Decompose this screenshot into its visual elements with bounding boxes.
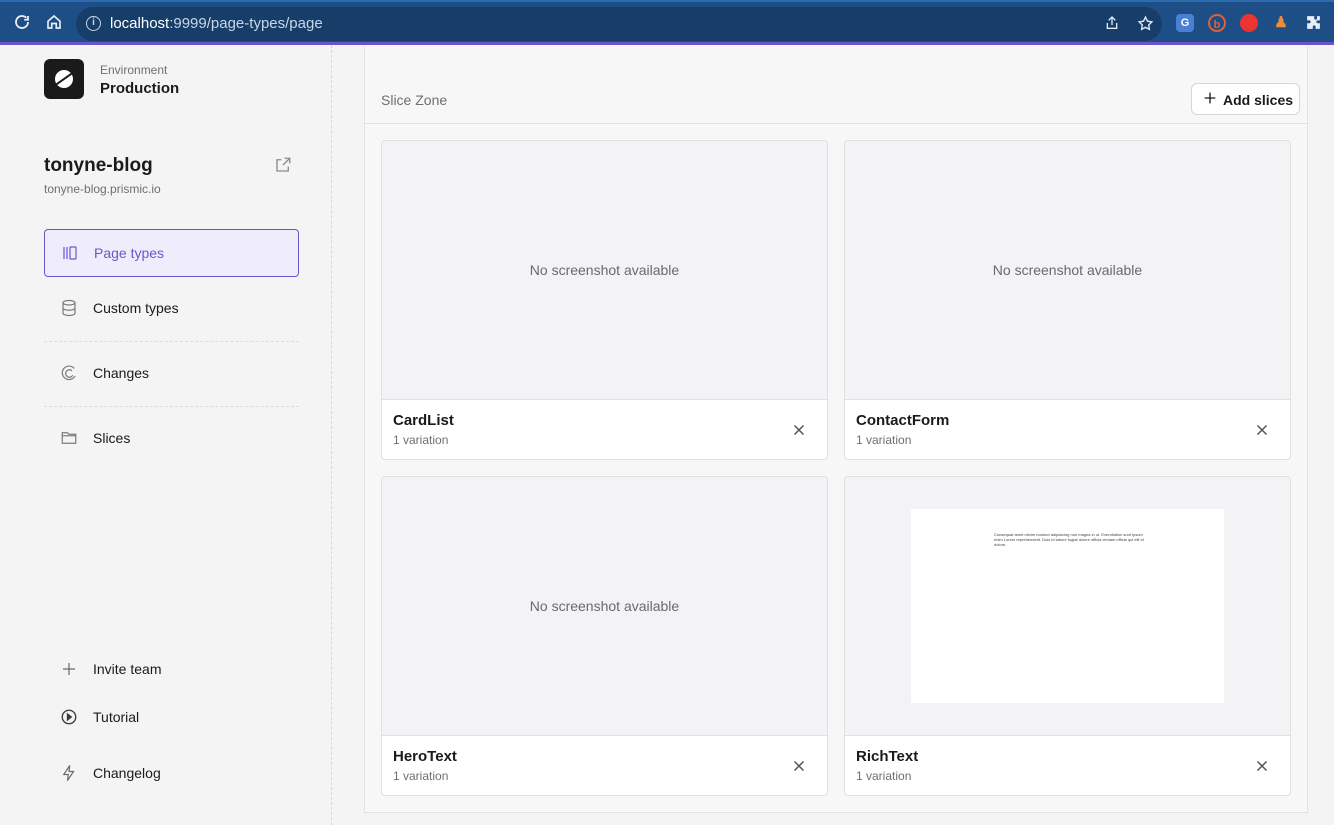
slice-variations: 1 variation [856,433,912,447]
slice-screenshot-preview: Consequat amet minim nostrud adipisicing… [911,509,1224,703]
slice-zone-title: Slice Zone [381,92,448,108]
slice-name: ContactForm [856,412,950,429]
slice-card-richtext[interactable]: Consequat amet minim nostrud adipisicing… [844,476,1291,796]
add-slices-button[interactable]: Add slices [1191,83,1300,115]
environment-logo-icon[interactable] [44,59,84,99]
url-host: localhost [110,15,170,32]
divider [44,341,299,342]
slice-variations: 1 variation [856,769,912,783]
invite-team-label: Invite team [93,661,162,677]
remove-slice-close-icon[interactable] [1253,421,1271,439]
add-slices-label: Add slices [1223,92,1294,108]
plus-icon [1202,90,1218,109]
translate-extension-icon[interactable]: G [1176,14,1194,32]
slice-thumbnail: No screenshot available [382,477,827,736]
sidebar-item-changes[interactable]: Changes [44,350,299,398]
slice-variations: 1 variation [393,433,449,447]
slice-thumbnail: No screenshot available [845,141,1290,400]
no-screenshot-text: No screenshot available [529,598,680,614]
extension-face-icon[interactable] [1240,14,1258,32]
site-info-icon[interactable]: i [86,16,101,31]
sidebar-item-slices[interactable]: Slices [44,415,299,463]
slice-name: HeroText [393,748,457,765]
repository-url: tonyne-blog.prismic.io [44,182,161,196]
share-icon[interactable] [1103,15,1121,33]
url-text: localhost:9999/page-types/page [110,15,323,32]
extension-figure-icon[interactable]: ♟ [1272,14,1290,32]
sidebar-item-custom-types[interactable]: Custom types [44,285,299,333]
remove-slice-close-icon[interactable] [790,757,808,775]
plus-icon [60,660,78,678]
remove-slice-close-icon[interactable] [790,421,808,439]
slice-zone-panel: Slice Zone Add slices No screenshot avai… [364,45,1308,813]
tutorial-label: Tutorial [93,709,140,725]
sidebar-item-label: Page types [94,245,165,261]
sidebar-item-page-types[interactable]: Page types [44,229,299,277]
reload-icon[interactable] [12,13,32,33]
slice-card-cardlist[interactable]: No screenshot available CardList 1 varia… [381,140,828,460]
sidebar-item-label: Slices [93,430,131,446]
sidebar-item-label: Changes [93,365,150,381]
page-types-icon [61,244,79,262]
home-icon[interactable] [44,13,64,33]
environment-value[interactable]: Production [100,80,179,97]
lightning-icon [60,764,78,782]
slice-thumbnail: No screenshot available [382,141,827,400]
bookmark-star-icon[interactable] [1136,15,1154,33]
preview-text: Consequat amet minim nostrud adipisicing… [994,532,1144,547]
url-path: :9999/page-types/page [169,15,323,32]
remove-slice-close-icon[interactable] [1253,757,1271,775]
changes-icon [60,364,78,382]
sidebar: Environment Production tonyne-blog tonyn… [0,45,332,825]
browser-toolbar: i localhost:9999/page-types/page G b ♟ [0,0,1334,44]
external-link-icon[interactable] [274,156,292,174]
invite-team-link[interactable]: Invite team [60,659,300,679]
slice-variations: 1 variation [393,769,449,783]
folder-icon [60,429,78,447]
extensions-puzzle-icon[interactable] [1304,14,1322,32]
repository-name: tonyne-blog [44,155,153,176]
extension-b-icon[interactable]: b [1208,14,1226,32]
slice-card-contactform[interactable]: No screenshot available ContactForm 1 va… [844,140,1291,460]
tutorial-link[interactable]: Tutorial [60,707,300,727]
slice-thumbnail: Consequat amet minim nostrud adipisicing… [845,477,1290,736]
changelog-label: Changelog [93,765,161,781]
slice-name: CardList [393,412,454,429]
divider [44,406,299,407]
changelog-link[interactable]: Changelog [60,763,300,783]
slice-card-herotext[interactable]: No screenshot available HeroText 1 varia… [381,476,828,796]
play-circle-icon [60,708,78,726]
slice-zone-header: Slice Zone Add slices [365,45,1307,124]
no-screenshot-text: No screenshot available [529,262,680,278]
slice-name: RichText [856,748,919,765]
address-bar[interactable]: i localhost:9999/page-types/page [76,7,1162,41]
sidebar-item-label: Custom types [93,300,179,316]
environment-label: Environment [100,63,168,77]
database-icon [60,299,78,317]
no-screenshot-text: No screenshot available [992,262,1143,278]
